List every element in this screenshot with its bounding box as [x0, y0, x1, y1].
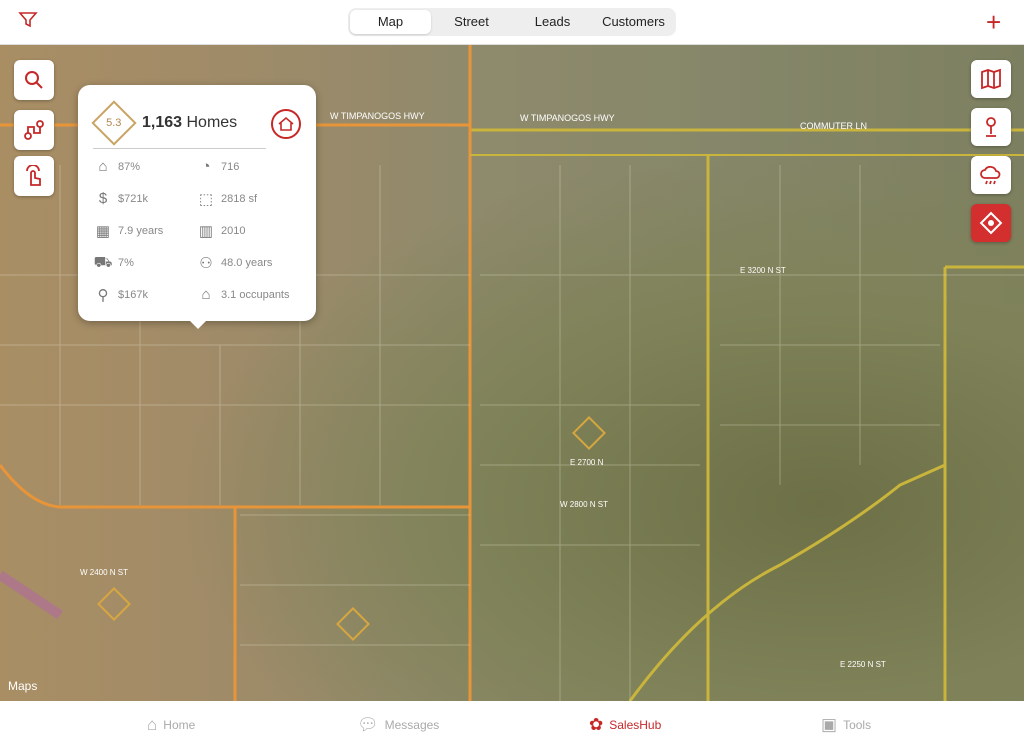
- top-bar: Map Street Leads Customers +: [0, 0, 1024, 45]
- stat-item: ⚲ $167k: [92, 285, 195, 305]
- tab-messages[interactable]: 💬︎ Messages: [357, 715, 439, 735]
- map-icon: [981, 68, 1001, 90]
- road-label: E 3200 N ST: [740, 266, 786, 275]
- calendar-icon: ▦: [95, 223, 111, 240]
- occupants-icon: ⌂: [201, 286, 211, 303]
- home-route-icon: [278, 116, 294, 131]
- tap-icon: [26, 165, 41, 186]
- map-layers-button[interactable]: [971, 60, 1011, 98]
- tab-leads[interactable]: Leads: [512, 10, 593, 34]
- plus-icon[interactable]: +: [986, 9, 1001, 35]
- view-segmented-control: Map Street Leads Customers: [348, 8, 676, 36]
- messages-icon: 💬︎: [357, 715, 379, 734]
- tap-button[interactable]: [14, 156, 54, 196]
- search-icon: [25, 71, 43, 89]
- road-label: W TIMPANOGOS HWY: [520, 113, 615, 123]
- stat-item: ⬚ 2818 sf: [195, 189, 307, 209]
- stat-item: ⌂ 3.1 occupants: [195, 285, 307, 305]
- stats-grid: ⌂ 87% ◔ 716 $ $721k ⬚ 2818 sf ▦ 7.9 years ▥ 20…: [92, 157, 307, 305]
- territory-markers: [97, 416, 606, 641]
- stat-item: ⌂ 87%: [92, 157, 195, 177]
- home-route-button[interactable]: [271, 109, 301, 139]
- territory-popup: 5.3 1,163 Homes ⌂ 87% ◔ 716 $ $721k ⬚ 2818 s…: [78, 85, 316, 329]
- territory-marker: [97, 587, 131, 621]
- truck-icon: ⛟: [93, 254, 113, 271]
- divider: [93, 148, 266, 149]
- tab-tools[interactable]: ▣ Tools: [821, 715, 871, 735]
- dollar-icon: $: [98, 190, 108, 207]
- route-icon: [24, 120, 44, 140]
- road-label: E 2250 N ST: [840, 660, 886, 669]
- building-icon: ▥: [198, 223, 214, 240]
- road-label: W 2800 N ST: [560, 500, 608, 509]
- road-label: W TIMPANOGOS HWY: [330, 111, 425, 121]
- tab-customers[interactable]: Customers: [593, 10, 674, 34]
- tab-street[interactable]: Street: [431, 10, 512, 34]
- road-label: COMMUTER LN: [800, 121, 867, 131]
- stat-item: ⛟ 7%: [93, 254, 134, 271]
- territory-icon: [979, 211, 1003, 235]
- territory-button[interactable]: [971, 204, 1011, 242]
- territory-marker: [336, 607, 370, 641]
- road-label: W 2400 N ST: [80, 568, 128, 577]
- stat-item: ⚇ 48.0 years: [195, 253, 307, 273]
- bottom-tab-bar: ⌂ Home 💬︎ Messages ✿ SalesHub ▣ Tools: [0, 701, 1024, 747]
- filter-icon[interactable]: [18, 10, 38, 35]
- weather-button[interactable]: [971, 156, 1011, 194]
- tools-icon: ▣: [821, 715, 838, 734]
- saleshub-icon: ✿: [589, 715, 604, 734]
- people-icon: ⚇: [199, 255, 213, 272]
- tab-map[interactable]: Map: [350, 10, 431, 34]
- home-search-icon: ⌂: [98, 158, 108, 175]
- pin-icon: [986, 117, 996, 137]
- weather-icon: [980, 165, 1001, 185]
- route-button[interactable]: [14, 110, 54, 150]
- road-label: E 2700 N: [570, 458, 604, 467]
- stat-item: ▦ 7.9 years: [92, 221, 195, 241]
- search-button[interactable]: [14, 60, 54, 100]
- home-icon: ⌂: [147, 715, 158, 734]
- tab-saleshub[interactable]: ✿ SalesHub: [589, 715, 661, 735]
- maps-attribution: Maps: [8, 679, 38, 693]
- tab-home[interactable]: ⌂ Home: [147, 715, 195, 735]
- territory-marker: [572, 416, 606, 450]
- homes-count: 1,163 Homes: [142, 114, 238, 131]
- stat-item: $ $721k: [92, 189, 195, 209]
- pin-button[interactable]: [971, 108, 1011, 146]
- area-icon: ⬚: [198, 191, 214, 208]
- gauge-icon: ◔: [201, 158, 211, 175]
- score-badge: 5.3: [91, 100, 137, 146]
- income-icon: ⚲: [97, 287, 109, 304]
- stat-item: ▥ 2010: [195, 221, 307, 241]
- stat-item: ◔ 716: [195, 157, 307, 177]
